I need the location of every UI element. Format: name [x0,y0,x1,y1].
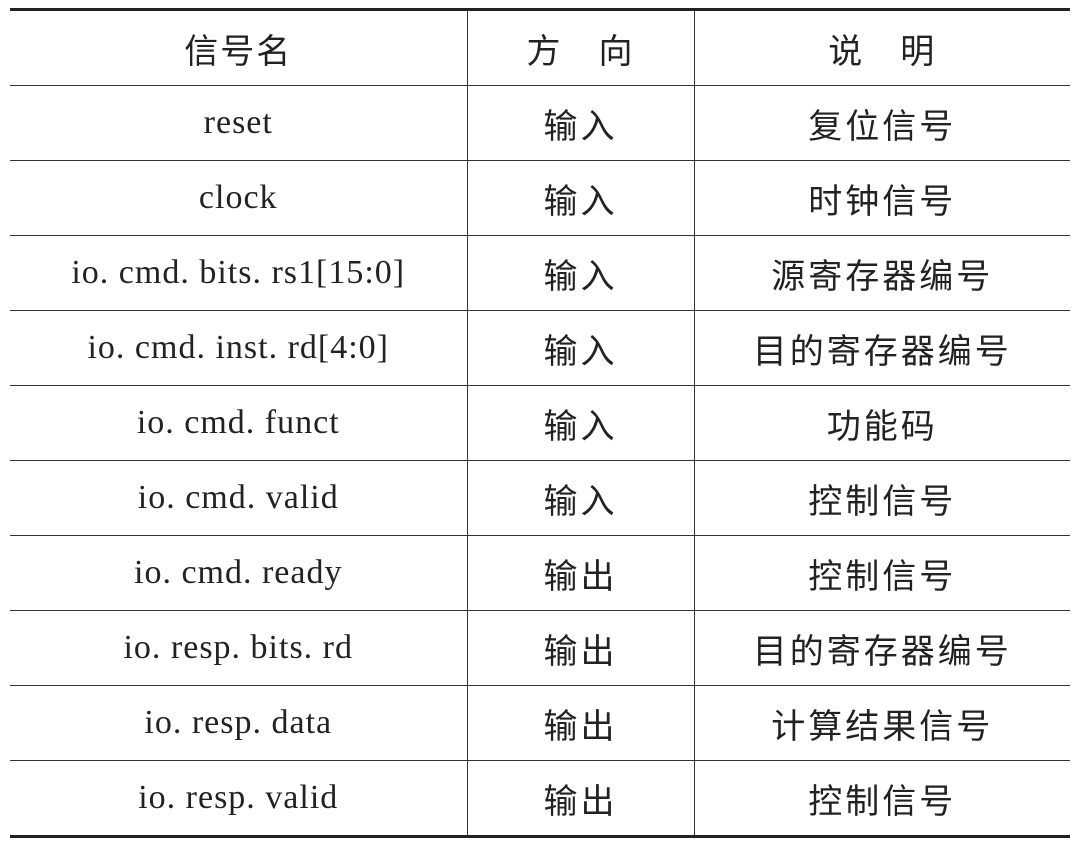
cell-direction: 输入 [466,460,694,536]
cell-signal: io. cmd. ready [10,535,467,611]
cell-signal: io. cmd. inst. rd[4:0] [10,310,467,386]
cell-direction: 输出 [466,760,694,837]
cell-description: 目的寄存器编号 [693,610,1070,686]
cell-description: 控制信号 [693,535,1070,611]
cell-signal: io. cmd. bits. rs1[15:0] [10,235,467,311]
table-header: 信号名 方 向 说 明 [10,9,1070,86]
table-row: io. cmd. inst. rd[4:0] 输入 目的寄存器编号 [10,310,1070,386]
cell-description: 计算结果信号 [693,685,1070,761]
cell-description: 控制信号 [693,460,1070,536]
table-row: io. cmd. ready 输出 控制信号 [10,535,1070,611]
cell-direction: 输出 [466,535,694,611]
table-row: io. cmd. valid 输入 控制信号 [10,460,1070,536]
table-row: reset 输入 复位信号 [10,85,1070,161]
header-signal-name: 信号名 [10,9,467,86]
cell-signal: io. resp. bits. rd [10,610,467,686]
cell-description: 复位信号 [693,85,1070,161]
signal-table-container: 信号名 方 向 说 明 reset 输入 复位信号 clock 输入 时钟信号 … [10,8,1070,838]
cell-direction: 输入 [466,235,694,311]
cell-signal: io. resp. data [10,685,467,761]
cell-signal: io. cmd. valid [10,460,467,536]
cell-direction: 输出 [466,685,694,761]
header-row: 信号名 方 向 说 明 [10,9,1070,86]
cell-signal: reset [10,85,467,161]
cell-direction: 输入 [466,385,694,461]
cell-direction: 输入 [466,310,694,386]
cell-description: 目的寄存器编号 [693,310,1070,386]
cell-signal: clock [10,160,467,236]
cell-description: 时钟信号 [693,160,1070,236]
table-body: reset 输入 复位信号 clock 输入 时钟信号 io. cmd. bit… [10,85,1070,837]
cell-direction: 输出 [466,610,694,686]
table-row: io. resp. bits. rd 输出 目的寄存器编号 [10,610,1070,686]
table-row: io. cmd. bits. rs1[15:0] 输入 源寄存器编号 [10,235,1070,311]
signal-table: 信号名 方 向 说 明 reset 输入 复位信号 clock 输入 时钟信号 … [10,8,1070,838]
cell-direction: 输入 [466,85,694,161]
table-row: io. resp. data 输出 计算结果信号 [10,685,1070,761]
table-row: clock 输入 时钟信号 [10,160,1070,236]
cell-description: 源寄存器编号 [693,235,1070,311]
cell-signal: io. cmd. funct [10,385,467,461]
table-row: io. resp. valid 输出 控制信号 [10,760,1070,837]
cell-description: 功能码 [693,385,1070,461]
cell-direction: 输入 [466,160,694,236]
header-description: 说 明 [693,9,1070,86]
header-direction: 方 向 [466,9,694,86]
cell-signal: io. resp. valid [10,760,467,837]
cell-description: 控制信号 [693,760,1070,837]
table-row: io. cmd. funct 输入 功能码 [10,385,1070,461]
